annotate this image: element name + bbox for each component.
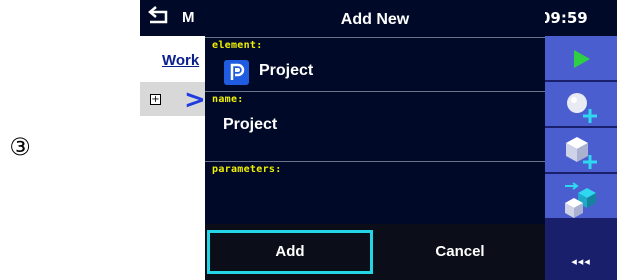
instrument-screen: M 09:59 Work + > Add New element: Projec… xyxy=(140,0,617,280)
name-field[interactable]: name: Project xyxy=(205,91,545,162)
element-value: Project xyxy=(259,62,314,79)
add-multiple-button[interactable] xyxy=(545,174,617,220)
multi-cube-icon xyxy=(565,182,596,218)
dialog-button-bar: Add Cancel xyxy=(205,224,545,280)
back-arrow-icon[interactable] xyxy=(146,6,172,28)
add-cube-icon xyxy=(566,137,597,169)
parameters-field[interactable]: parameters: xyxy=(205,161,545,225)
expand-icon[interactable]: + xyxy=(150,94,161,105)
element-field[interactable]: element: Project xyxy=(205,37,545,92)
workspace-link[interactable]: Work xyxy=(162,52,199,69)
add-new-dialog: Add New element: Project name: Project p… xyxy=(205,5,545,280)
start-play-icon xyxy=(574,50,590,68)
element-label: element: xyxy=(212,40,263,51)
start-button[interactable] xyxy=(545,36,617,82)
cancel-button[interactable]: Cancel xyxy=(377,230,543,274)
add-structure-button[interactable] xyxy=(545,128,617,174)
dialog-title: Add New xyxy=(340,11,410,28)
parameters-label: parameters: xyxy=(212,164,282,175)
more-options-button[interactable]: ◂◂◂ xyxy=(545,244,617,280)
step-marker: ③ xyxy=(9,133,31,161)
name-label: name: xyxy=(212,94,244,105)
top-bar-title: M xyxy=(182,9,195,26)
right-sidebar: ◂◂◂ xyxy=(545,36,617,280)
clock: 09:59 xyxy=(540,9,588,27)
chevron-right-icon: > xyxy=(184,85,206,115)
add-sphere-icon xyxy=(567,93,597,123)
name-value: Project xyxy=(223,116,278,133)
project-icon xyxy=(224,60,249,85)
add-measurement-button[interactable] xyxy=(545,82,617,128)
add-button[interactable]: Add xyxy=(207,230,373,274)
